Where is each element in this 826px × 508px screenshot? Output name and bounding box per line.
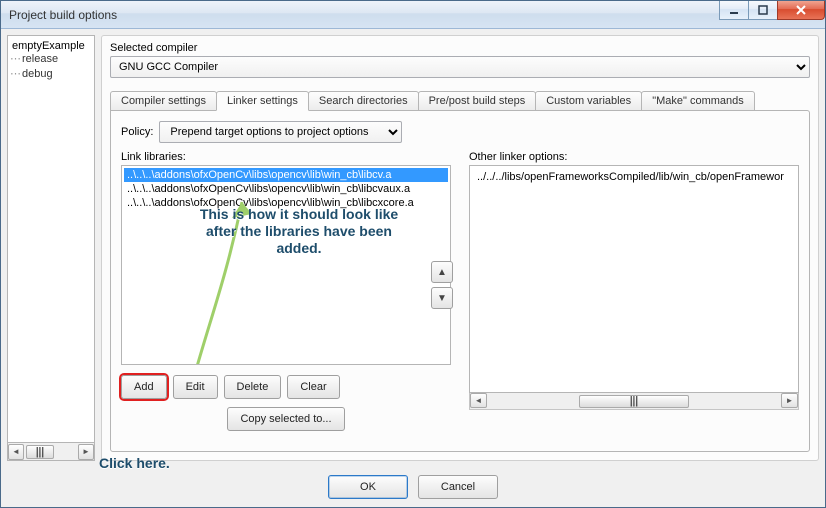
link-libraries-listbox[interactable]: ..\..\..\addons\ofxOpenCv\libs\opencv\li…: [121, 165, 451, 365]
selected-compiler-label: Selected compiler: [110, 42, 810, 54]
list-item[interactable]: ..\..\..\addons\ofxOpenCv\libs\opencv\li…: [124, 196, 448, 210]
scroll-left-icon[interactable]: ◄: [470, 393, 487, 408]
tab-search-directories[interactable]: Search directories: [308, 91, 419, 111]
other-linker-options-column: Other linker options: ../../../libs/open…: [469, 151, 799, 439]
window-controls: [720, 1, 825, 20]
tab-linker-settings[interactable]: Linker settings: [216, 91, 309, 111]
reorder-buttons: ▲ ▼: [431, 261, 453, 309]
tree-item-debug[interactable]: debug: [10, 67, 92, 82]
tab-make-commands[interactable]: "Make" commands: [641, 91, 755, 111]
move-up-button[interactable]: ▲: [431, 261, 453, 283]
tabs: Compiler settings Linker settings Search…: [110, 90, 810, 110]
tab-prepost-build[interactable]: Pre/post build steps: [418, 91, 537, 111]
tree-item-release[interactable]: release: [10, 52, 92, 67]
clear-button[interactable]: Clear: [287, 375, 339, 399]
annotation-arrow-icon: [172, 194, 322, 365]
window-title: Project build options: [1, 8, 117, 22]
other-linker-text: ../../../libs/openFrameworksCompiled/lib…: [474, 170, 794, 184]
policy-label: Policy:: [121, 126, 153, 138]
maximize-button[interactable]: [748, 1, 778, 20]
main-panel: Selected compiler GNU GCC Compiler Compi…: [101, 35, 819, 461]
tree-root[interactable]: emptyExample: [10, 40, 92, 52]
list-item[interactable]: ..\..\..\addons\ofxOpenCv\libs\opencv\li…: [124, 168, 448, 182]
titlebar[interactable]: Project build options: [1, 1, 825, 29]
dialog-window: Project build options emptyExample relea…: [0, 0, 826, 508]
copy-selected-to-button[interactable]: Copy selected to...: [227, 407, 344, 431]
link-libraries-label: Link libraries:: [121, 151, 451, 163]
ok-button[interactable]: OK: [328, 475, 408, 499]
scroll-right-icon[interactable]: ►: [78, 444, 94, 460]
scroll-left-icon[interactable]: ◄: [8, 444, 24, 460]
sidebar-hscrollbar[interactable]: ◄ ||| ►: [7, 443, 95, 461]
policy-row: Policy: Prepend target options to projec…: [121, 121, 799, 143]
list-item[interactable]: ..\..\..\addons\ofxOpenCv\libs\opencv\li…: [124, 182, 448, 196]
close-button[interactable]: [777, 1, 825, 20]
target-tree[interactable]: emptyExample release debug: [7, 35, 95, 443]
tab-custom-variables[interactable]: Custom variables: [535, 91, 642, 111]
cancel-button[interactable]: Cancel: [418, 475, 498, 499]
scroll-right-icon[interactable]: ►: [781, 393, 798, 408]
compiler-select[interactable]: GNU GCC Compiler: [110, 56, 810, 78]
policy-select[interactable]: Prepend target options to project option…: [159, 121, 402, 143]
dialog-buttons: OK Cancel: [1, 467, 825, 507]
library-buttons-row: Add Edit Delete Clear: [121, 375, 451, 399]
scroll-thumb[interactable]: |||: [26, 445, 54, 459]
edit-button[interactable]: Edit: [173, 375, 218, 399]
annotation-main-text: This is how it should look like after th…: [194, 206, 404, 257]
scroll-thumb[interactable]: |||: [579, 395, 689, 408]
tab-compiler-settings[interactable]: Compiler settings: [110, 91, 217, 111]
linker-settings-panel: Policy: Prepend target options to projec…: [110, 110, 810, 452]
minimize-button[interactable]: [719, 1, 749, 20]
link-libraries-column: Link libraries: ..\..\..\addons\ofxOpenC…: [121, 151, 451, 439]
other-linker-options-textarea[interactable]: ../../../libs/openFrameworksCompiled/lib…: [469, 165, 799, 393]
delete-button[interactable]: Delete: [224, 375, 282, 399]
dialog-content: emptyExample release debug ◄ ||| ► Selec…: [1, 29, 825, 467]
target-sidebar: emptyExample release debug ◄ ||| ►: [7, 35, 95, 461]
move-down-button[interactable]: ▼: [431, 287, 453, 309]
add-button[interactable]: Add: [121, 375, 167, 399]
other-hscrollbar[interactable]: ◄ ||| ►: [469, 393, 799, 410]
linker-two-column: Link libraries: ..\..\..\addons\ofxOpenC…: [121, 151, 799, 439]
other-linker-options-label: Other linker options:: [469, 151, 799, 163]
